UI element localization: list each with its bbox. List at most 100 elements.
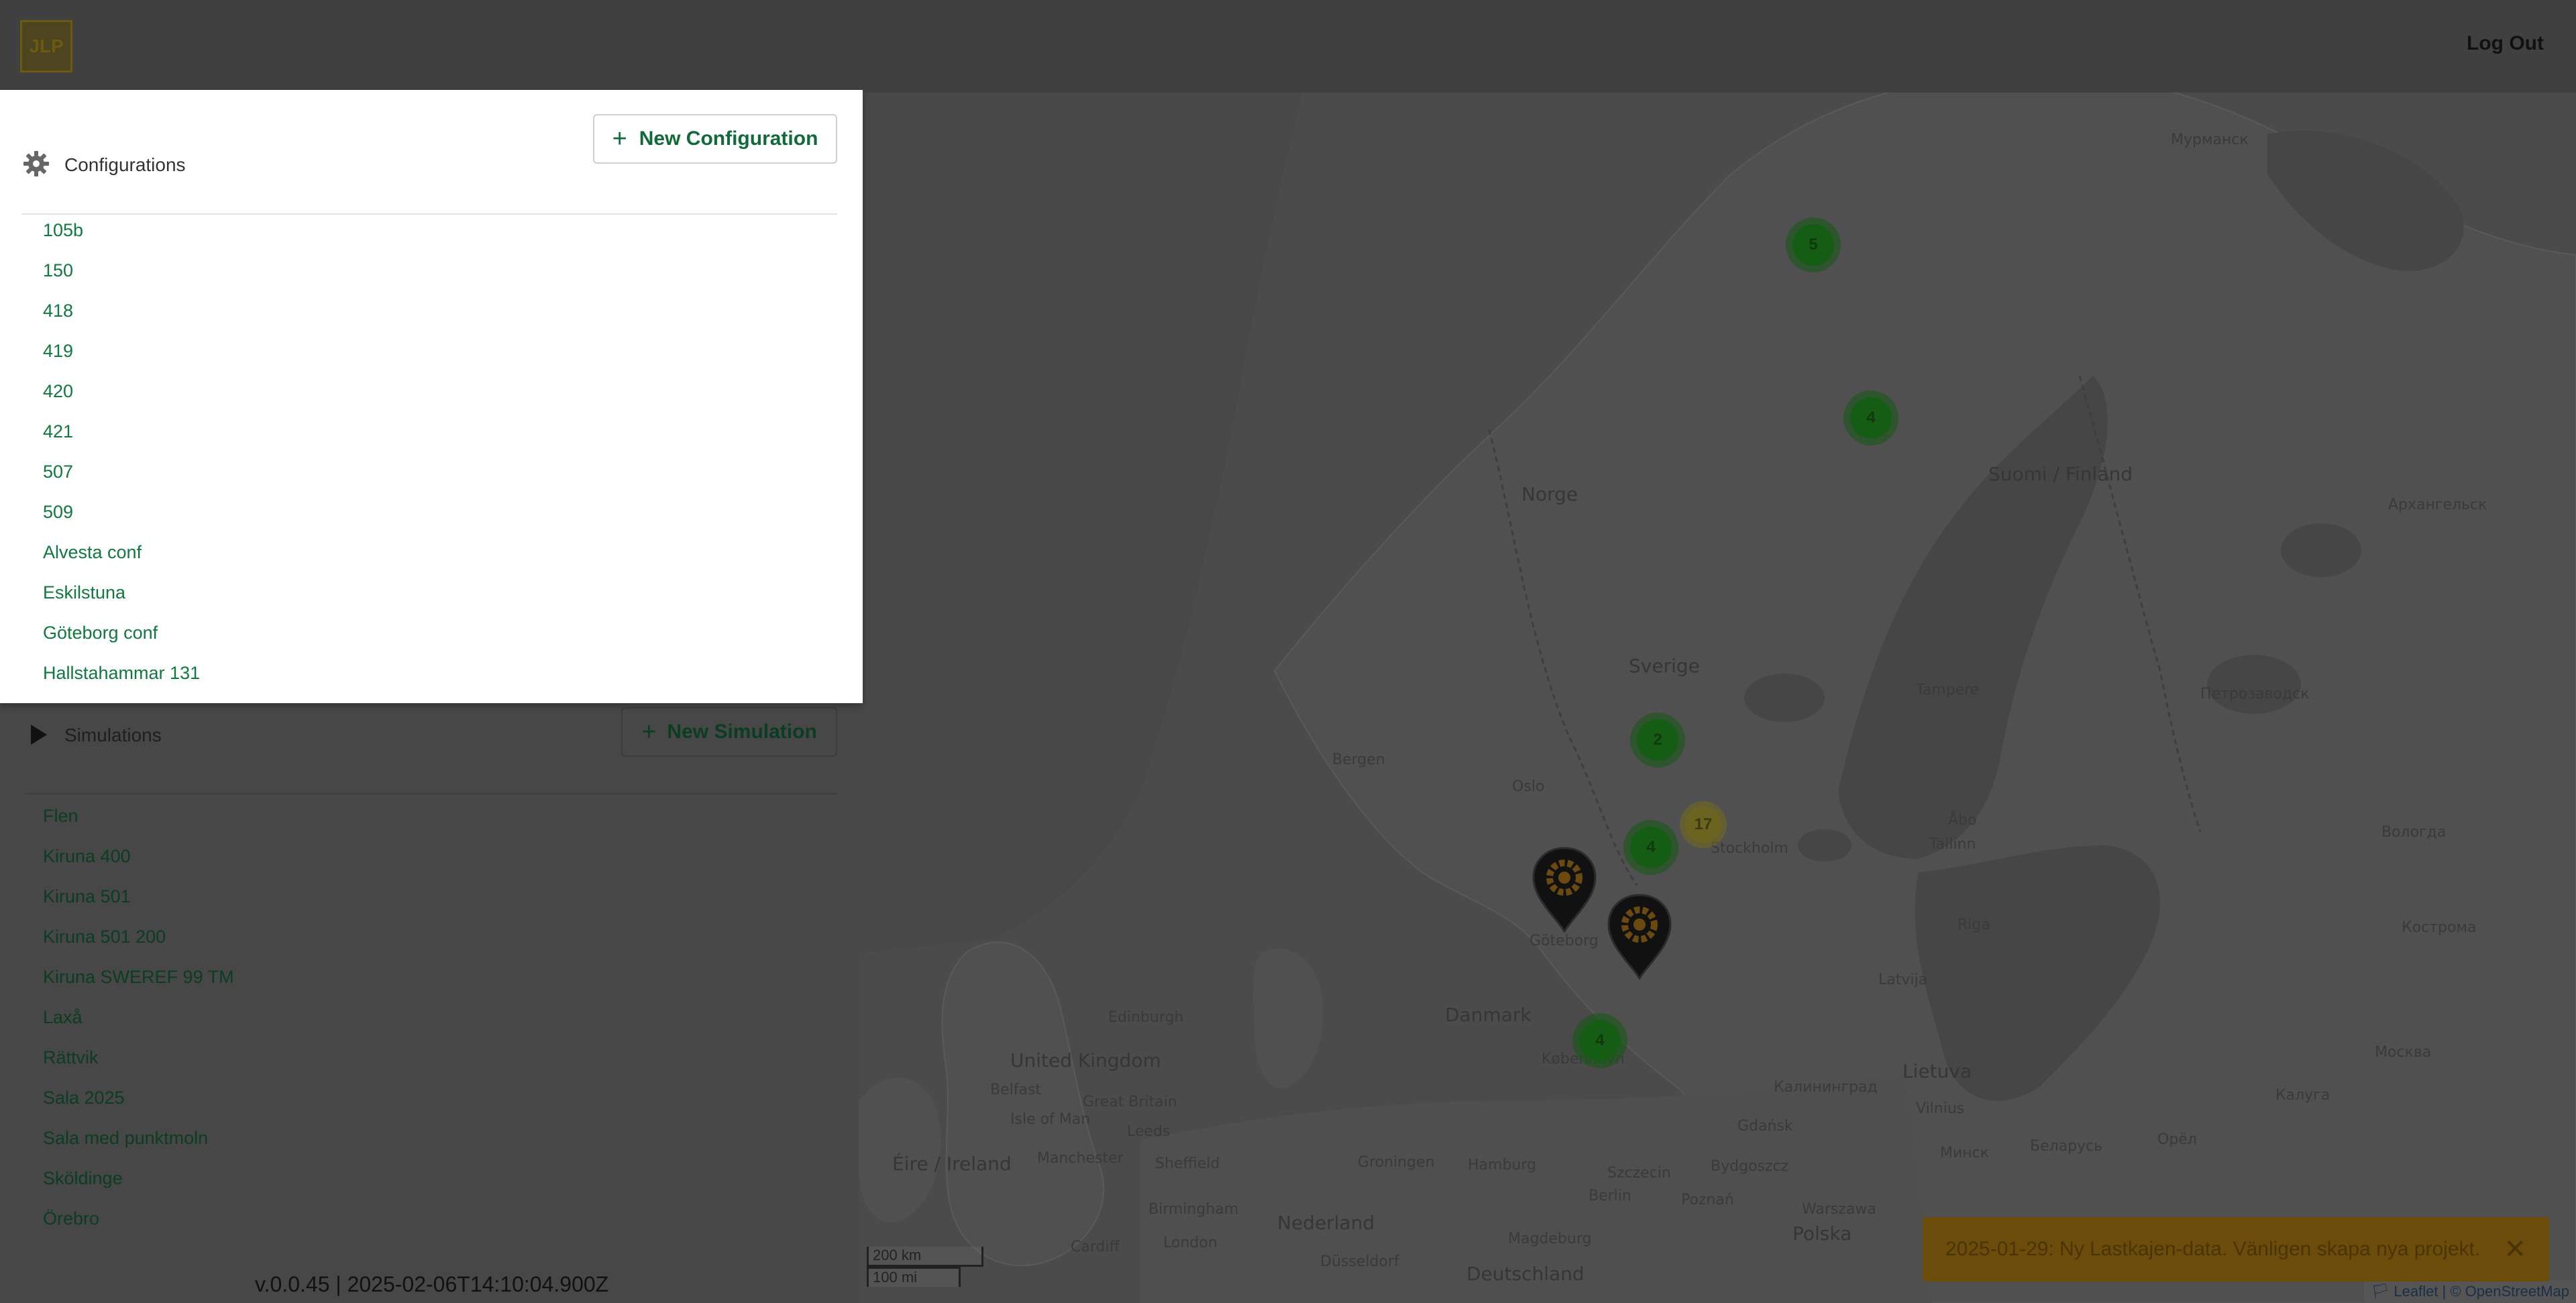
simulation-item[interactable]: Rättvik [43, 1040, 234, 1080]
cluster-count: 2 [1637, 719, 1678, 761]
plus-icon: + [641, 718, 657, 746]
configuration-item[interactable]: Hallstahammar 131 [43, 655, 200, 695]
map-label: Riga [1957, 917, 1990, 933]
cluster-count: 4 [1630, 827, 1672, 868]
map-attribution[interactable]: 🏳 Leaflet | © OpenStreetMap [2364, 1280, 2576, 1303]
configurations-title: Configurations [64, 154, 186, 175]
map-label: Szczecin [1607, 1165, 1671, 1182]
cluster-count: 17 [1685, 806, 1721, 843]
logout-button[interactable]: Log Out [2467, 32, 2544, 55]
new-configuration-button[interactable]: + New Configuration [593, 114, 837, 164]
map-label: Bergen [1332, 751, 1385, 768]
map-label: Петрозаводск [2200, 686, 2310, 702]
app-logo[interactable]: JLP [20, 20, 72, 72]
simulation-item[interactable]: Sala med punktmoln [43, 1120, 234, 1161]
map-cluster-marker[interactable]: 17 [1680, 801, 1727, 848]
new-simulation-button[interactable]: + New Simulation [621, 707, 837, 757]
map-label: Norge [1521, 483, 1578, 505]
cluster-count: 4 [1850, 397, 1892, 439]
new-configuration-label: New Configuration [639, 127, 818, 150]
simulations-list: Flen Kiruna 400 Kiruna 501 Kiruna 501 20… [43, 798, 234, 1241]
map-label: Berlin [1589, 1188, 1631, 1204]
configuration-item[interactable]: 421 [43, 413, 200, 454]
simulation-item[interactable]: Kiruna 501 200 [43, 919, 234, 959]
map-label: Magdeburg [1508, 1231, 1592, 1247]
cluster-count: 5 [1792, 224, 1834, 266]
map-label: Warszawa [1802, 1201, 1876, 1218]
map[interactable]: Мурманск Norge Suomi / Finland Архангель… [859, 0, 2576, 1303]
simulation-item[interactable]: Sköldinge [43, 1161, 234, 1201]
map-label: Hamburg [1468, 1157, 1536, 1174]
map-label: Мурманск [2171, 132, 2249, 148]
gear-pin-icon[interactable] [1531, 845, 1598, 933]
notification-toast: 2025-01-29: Ny Lastkajen-data. Vänligen … [1923, 1217, 2549, 1282]
top-bar: JLP Log Out [0, 0, 2576, 93]
configuration-item[interactable]: 509 [43, 494, 200, 534]
configuration-item[interactable]: 418 [43, 293, 200, 333]
map-label: Кострома [2402, 919, 2477, 936]
map-cluster-marker[interactable]: 4 [1623, 820, 1678, 875]
map-label: Tallinn [1929, 836, 1976, 853]
simulation-item[interactable]: Kiruna SWEREF 99 TM [43, 959, 234, 1000]
simulations-title: Simulations [64, 725, 162, 745]
map-label: Минск [1940, 1145, 1990, 1161]
map-label: Орёл [2157, 1131, 2197, 1148]
map-label: Sverige [1629, 655, 1700, 677]
configuration-item[interactable]: 150 [43, 252, 200, 293]
simulation-item[interactable]: Sala 2025 [43, 1080, 234, 1120]
configuration-item[interactable]: 105b [43, 212, 200, 252]
map-label: Tampere [1916, 682, 1980, 698]
map-label: Isle of Man [1010, 1111, 1091, 1128]
configuration-item[interactable]: Eskilstuna [43, 574, 200, 615]
map-label: Belfast [990, 1082, 1042, 1098]
scale-mi: 100 mi [867, 1267, 961, 1287]
map-label: Vilnius [1916, 1100, 1965, 1117]
simulations-header: Simulations + New Simulation [24, 705, 837, 794]
map-cluster-marker[interactable]: 4 [1572, 1013, 1627, 1068]
map-label: Düsseldorf [1320, 1253, 1399, 1270]
map-cluster-marker[interactable]: 5 [1786, 217, 1841, 272]
map-label: United Kingdom [1010, 1049, 1161, 1072]
configuration-item[interactable]: Göteborg conf [43, 615, 200, 655]
map-cluster-marker[interactable]: 4 [1843, 390, 1898, 446]
map-label: Groningen [1358, 1154, 1435, 1171]
configurations-list: 105b 150 418 419 420 421 507 509 Alvesta… [43, 212, 200, 695]
gear-pin-icon[interactable] [1606, 892, 1673, 980]
map-label: Danmark [1445, 1004, 1532, 1026]
map-label: Polska [1792, 1222, 1852, 1245]
configurations-header: Configurations + New Configuration [21, 114, 837, 215]
map-label: Москва [2375, 1044, 2432, 1061]
map-label: Deutschland [1466, 1263, 1585, 1285]
map-cluster-marker[interactable]: 2 [1630, 713, 1685, 768]
map-scale: 200 km 100 mi [867, 1247, 983, 1287]
simulation-item[interactable]: Kiruna 501 [43, 879, 234, 919]
map-label: Manchester [1037, 1150, 1124, 1167]
map-label: Nederland [1277, 1212, 1375, 1234]
configuration-item[interactable]: 419 [43, 333, 200, 373]
configuration-item[interactable]: Alvesta conf [43, 534, 200, 574]
map-label: Åbo [1948, 812, 1977, 829]
map-label: Калининград [1774, 1079, 1878, 1096]
simulation-item[interactable]: Flen [43, 798, 234, 839]
map-label: Suomi / Finland [1988, 463, 2133, 485]
configuration-item[interactable]: 420 [43, 373, 200, 413]
map-label: Lietuva [1902, 1060, 1972, 1082]
map-label: Gdańsk [1737, 1118, 1793, 1135]
gear-icon [23, 151, 49, 176]
map-label: Birmingham [1148, 1201, 1239, 1218]
version-info: v.0.0.45 | 2025-02-06T14:10:04.900Z [255, 1272, 609, 1296]
configuration-item[interactable]: 507 [43, 454, 200, 494]
map-label: Oslo [1512, 778, 1545, 795]
map-label: Cardiff [1071, 1239, 1120, 1255]
map-label: Éire / Ireland [892, 1153, 1012, 1175]
simulation-item[interactable]: Örebro [43, 1201, 234, 1241]
map-label: Беларусь [2030, 1138, 2103, 1155]
map-label: Sheffield [1155, 1155, 1220, 1172]
new-simulation-label: New Simulation [667, 721, 817, 743]
simulation-item[interactable]: Laxå [43, 1000, 234, 1040]
simulation-item[interactable]: Kiruna 400 [43, 839, 234, 879]
map-label: Latvija [1878, 972, 1928, 988]
map-label: Poznań [1681, 1192, 1734, 1208]
map-label: Leeds [1127, 1123, 1171, 1140]
close-icon[interactable]: ✕ [2504, 1234, 2526, 1265]
